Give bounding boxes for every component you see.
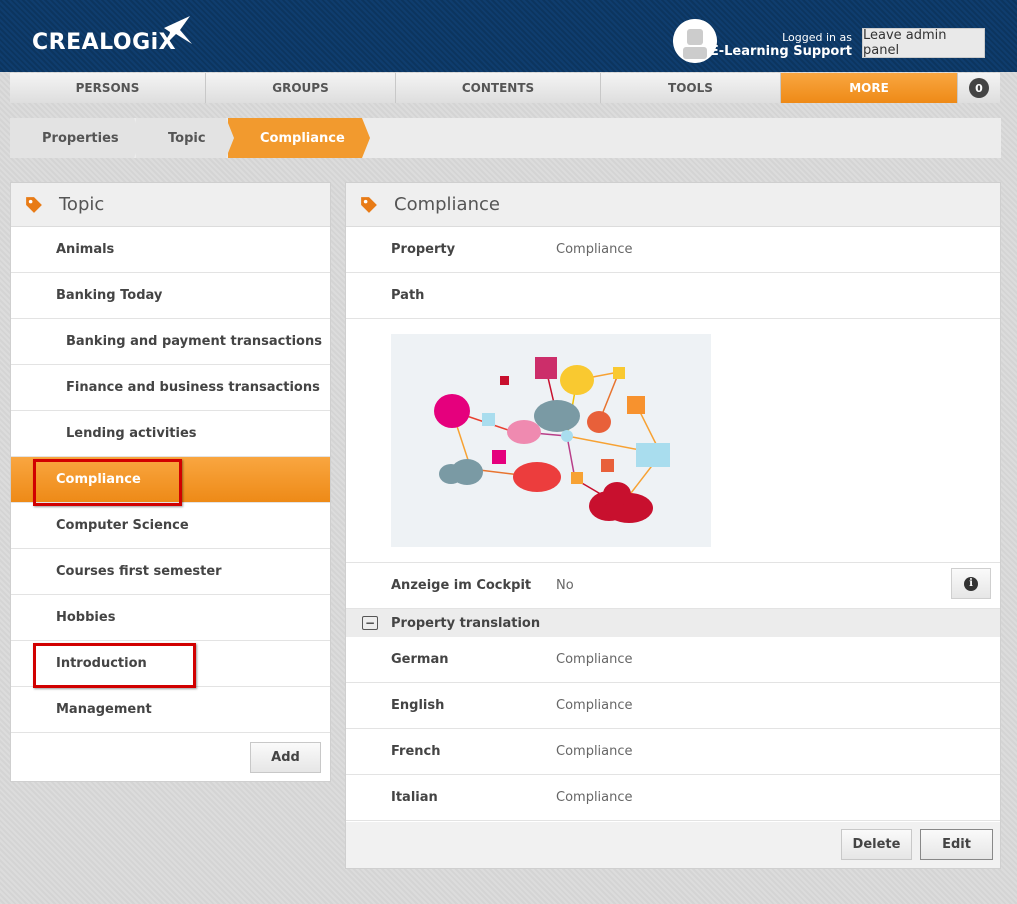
app-header: CREALOGiX Logged in as E-Learning Suppor… xyxy=(0,0,1017,72)
translation-lang: French xyxy=(391,744,441,759)
edit-button[interactable]: Edit xyxy=(920,829,993,860)
translation-row-italian: Italian Compliance xyxy=(346,775,1000,821)
topic-item-lending[interactable]: Lending activities xyxy=(11,411,330,457)
nav-tools[interactable]: TOOLS xyxy=(601,73,781,103)
breadcrumb-compliance[interactable]: Compliance xyxy=(228,118,370,158)
path-label: Path xyxy=(391,288,425,303)
detail-panel-footer: Delete Edit xyxy=(346,822,1000,868)
breadcrumb-topic[interactable]: Topic xyxy=(136,118,234,158)
cockpit-value: No xyxy=(556,578,574,593)
logged-in-info: Logged in as E-Learning Support xyxy=(710,31,852,59)
translation-value: Compliance xyxy=(556,744,633,759)
breadcrumb-label: Compliance xyxy=(260,130,345,146)
topic-panel-title: Topic xyxy=(59,194,105,215)
topic-panel-footer: Add xyxy=(11,733,330,781)
cockpit-label: Anzeige im Cockpit xyxy=(391,578,532,593)
topic-item-banking-payment[interactable]: Banking and payment transactions xyxy=(11,319,330,365)
translation-row-french: French Compliance xyxy=(346,729,1000,775)
nav-persons[interactable]: PERSONS xyxy=(10,73,206,103)
nav-contents[interactable]: CONTENTS xyxy=(396,73,601,103)
translation-lang: Italian xyxy=(391,790,438,805)
breadcrumb-label: Properties xyxy=(42,130,119,146)
delete-button[interactable]: Delete xyxy=(841,829,912,860)
add-topic-button[interactable]: Add xyxy=(250,741,321,773)
topic-item-animals[interactable]: Animals xyxy=(11,227,330,273)
topic-item-finance-business[interactable]: Finance and business transactions xyxy=(11,365,330,411)
nav-groups[interactable]: GROUPS xyxy=(206,73,396,103)
detail-panel-header: Compliance xyxy=(346,183,1000,227)
annotation-highlight-introduction xyxy=(33,643,196,688)
path-row: Path xyxy=(346,273,1000,319)
nav-more[interactable]: MORE xyxy=(781,73,958,103)
brand-logo: CREALOGiX xyxy=(32,30,177,55)
translation-value: Compliance xyxy=(556,698,633,713)
tag-icon xyxy=(361,196,377,213)
topic-item-management[interactable]: Management xyxy=(11,687,330,733)
breadcrumb-properties[interactable]: Properties xyxy=(10,118,142,158)
translation-row-german: German Compliance xyxy=(346,637,1000,683)
topic-item-hobbies[interactable]: Hobbies xyxy=(11,595,330,641)
translation-lang: English xyxy=(391,698,445,713)
property-image xyxy=(391,334,711,547)
main-nav: PERSONS GROUPS CONTENTS TOOLS MORE xyxy=(10,73,958,103)
topic-item-computer-science[interactable]: Computer Science xyxy=(11,503,330,549)
breadcrumb-label: Topic xyxy=(168,130,206,146)
cockpit-row: Anzeige im Cockpit No xyxy=(346,563,1000,609)
leave-admin-panel-button[interactable]: Leave admin panel xyxy=(862,28,985,58)
topic-item-banking-today[interactable]: Banking Today xyxy=(11,273,330,319)
translation-value: Compliance xyxy=(556,652,633,667)
plane-logo-icon xyxy=(164,16,192,44)
collapse-icon[interactable]: − xyxy=(362,616,378,630)
logged-in-label: Logged in as xyxy=(782,31,852,44)
translation-lang: German xyxy=(391,652,449,667)
property-image-row xyxy=(346,319,1000,563)
notification-count-badge: 0 xyxy=(969,78,989,98)
info-button[interactable]: i xyxy=(951,568,991,599)
property-label: Property xyxy=(391,242,456,257)
translation-row-english: English Compliance xyxy=(346,683,1000,729)
network-illustration xyxy=(434,357,670,523)
property-row: Property Compliance xyxy=(346,227,1000,273)
breadcrumb: Properties Topic Compliance xyxy=(10,118,1001,158)
tag-icon xyxy=(26,196,42,213)
translation-section-title: Property translation xyxy=(391,615,541,631)
topic-panel-header: Topic xyxy=(11,183,330,227)
annotation-highlight-compliance xyxy=(33,459,182,506)
property-detail-panel: Compliance Property Compliance Path Anze… xyxy=(345,182,1001,869)
translation-value: Compliance xyxy=(556,790,633,805)
property-value: Compliance xyxy=(556,242,633,257)
detail-panel-title: Compliance xyxy=(394,194,500,215)
translation-section-header[interactable]: − Property translation xyxy=(346,609,1000,637)
topic-item-courses-first-semester[interactable]: Courses first semester xyxy=(11,549,330,595)
info-icon: i xyxy=(964,576,978,591)
logged-in-user: E-Learning Support xyxy=(709,44,852,59)
notification-counter[interactable]: 0 xyxy=(958,73,1000,103)
